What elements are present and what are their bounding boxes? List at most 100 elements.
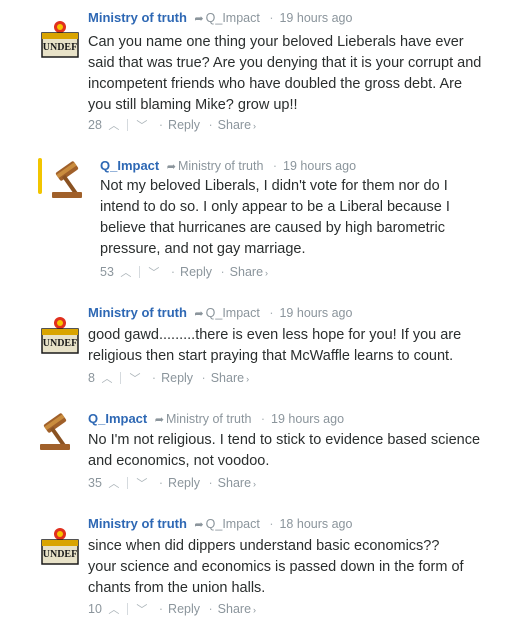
- downvote-icon[interactable]: ﹀: [136, 476, 147, 492]
- comment-line: chants from the union halls.: [88, 580, 266, 596]
- separator-dot: ·: [260, 412, 266, 426]
- comment-line: Can you name one thing your beloved Lieb…: [88, 34, 464, 50]
- timestamp[interactable]: 19 hours ago: [279, 306, 352, 320]
- reply-arrow-icon: ➦: [194, 308, 204, 320]
- separator-dot: ·: [158, 118, 164, 132]
- reply-button[interactable]: Reply: [168, 476, 200, 490]
- share-button[interactable]: Share: [218, 476, 251, 490]
- comment-line: your science and economics is passed dow…: [88, 559, 464, 575]
- comment-line: since when did dippers understand basic …: [88, 538, 440, 554]
- reply-arrow-icon: ➦: [194, 13, 204, 25]
- separator-dot: ·: [269, 517, 274, 531]
- downvote-icon[interactable]: ﹀: [129, 371, 140, 387]
- upvote-icon[interactable]: ︿: [101, 371, 112, 387]
- author-name[interactable]: Q_Impact: [100, 158, 159, 173]
- separator-dot: ·: [272, 159, 278, 173]
- avatar-logo-text: UNDEF: [43, 338, 77, 349]
- separator-dot: ·: [208, 602, 213, 616]
- timestamp[interactable]: 18 hours ago: [279, 517, 352, 531]
- timestamp[interactable]: 19 hours ago: [279, 11, 352, 25]
- reply-button[interactable]: Reply: [161, 371, 193, 385]
- reply-to-user[interactable]: Q_Impact: [206, 306, 260, 320]
- downvote-icon[interactable]: ﹀: [148, 265, 159, 281]
- share-button[interactable]: Share: [211, 371, 244, 385]
- comment-line: believe that hurricanes are caused by hi…: [100, 220, 445, 236]
- comment-footer: 8 ︿ ﹀ · Reply · Share ›: [88, 370, 249, 387]
- separator-dot: ·: [170, 265, 176, 279]
- reply-arrow-icon: ➦: [166, 161, 176, 173]
- author-name[interactable]: Ministry of truth: [88, 10, 187, 25]
- comment-line: good gawd.........there is even less hop…: [88, 327, 462, 343]
- comment-line: intend to do so. I only appear to be a L…: [100, 199, 450, 215]
- timestamp[interactable]: 19 hours ago: [271, 412, 344, 426]
- chevron-right-icon: ›: [246, 374, 250, 384]
- share-button[interactable]: Share: [218, 602, 251, 616]
- share-button[interactable]: Share: [218, 118, 251, 132]
- chevron-right-icon: ›: [265, 268, 269, 278]
- downvote-icon[interactable]: ﹀: [136, 602, 147, 618]
- upvote-count: 10: [88, 602, 102, 616]
- downvote-icon[interactable]: ﹀: [136, 118, 147, 134]
- reply-button[interactable]: Reply: [168, 602, 200, 616]
- reply-button[interactable]: Reply: [180, 265, 212, 279]
- avatar-ministry-of-truth[interactable]: UNDEF: [40, 20, 80, 60]
- avatar-ministry-of-truth[interactable]: UNDEF: [40, 527, 80, 567]
- comment-footer: 10 ︿ ﹀ · Reply · Share ›: [88, 601, 256, 618]
- author-name[interactable]: Ministry of truth: [88, 305, 187, 320]
- separator-dot: ·: [151, 371, 157, 385]
- comment-line: you still blaming Mike? grow up!!: [88, 97, 298, 113]
- reply-to-user[interactable]: Q_Impact: [206, 517, 260, 531]
- separator-dot: ·: [220, 265, 225, 279]
- vote-divider: [139, 266, 141, 278]
- reply-to-user[interactable]: Ministry of truth: [166, 412, 251, 426]
- author-name[interactable]: Ministry of truth: [88, 516, 187, 531]
- avatar-logo-text: UNDEF: [43, 42, 77, 53]
- separator-dot: ·: [201, 371, 206, 385]
- comment-footer: 35 ︿ ﹀ · Reply · Share ›: [88, 475, 256, 492]
- separator-dot: ·: [208, 118, 213, 132]
- upvote-icon[interactable]: ︿: [108, 602, 119, 618]
- reply-to-user[interactable]: Ministry of truth: [178, 159, 263, 173]
- comment-line: said that was true? Are you denying that…: [88, 55, 482, 71]
- share-button[interactable]: Share: [230, 265, 263, 279]
- upvote-icon[interactable]: ︿: [108, 118, 119, 134]
- reply-to-user[interactable]: Q_Impact: [206, 11, 260, 25]
- comment-body: No I'm not religious. I tend to stick to…: [88, 430, 480, 472]
- upvote-icon[interactable]: ︿: [108, 476, 119, 492]
- comment-line: incompetent friends who have doubled the…: [88, 76, 463, 92]
- comment-line: religious then start praying that McWaff…: [88, 348, 454, 364]
- reply-button[interactable]: Reply: [168, 118, 200, 132]
- comment-header: Ministry of truth ➦ Q_Impact · 19 hours ag…: [88, 305, 352, 322]
- separator-dot: ·: [208, 476, 213, 490]
- upvote-count: 53: [100, 265, 114, 279]
- chevron-right-icon: ›: [253, 605, 257, 615]
- separator-dot: ·: [158, 476, 164, 490]
- vote-divider: [127, 603, 129, 615]
- reply-arrow-icon: ➦: [154, 414, 164, 426]
- avatar-q-impact[interactable]: [50, 160, 90, 200]
- vote-divider: [120, 372, 122, 384]
- comment-header: Ministry of truth ➦ Q_Impact · 18 hours ag…: [88, 516, 352, 533]
- comment-footer: 53 ︿ ﹀ · Reply · Share ›: [100, 264, 268, 281]
- comment-body: good gawd.........there is even less hop…: [88, 325, 461, 367]
- timestamp[interactable]: 19 hours ago: [283, 159, 356, 173]
- upvote-icon[interactable]: ︿: [120, 265, 131, 281]
- separator-dot: ·: [269, 306, 274, 320]
- avatar-logo-text: UNDEF: [43, 549, 77, 560]
- avatar-ministry-of-truth[interactable]: UNDEF: [40, 316, 80, 356]
- author-name[interactable]: Q_Impact: [88, 411, 147, 426]
- avatar-q-impact[interactable]: [38, 412, 78, 452]
- vote-divider: [127, 119, 129, 131]
- chevron-right-icon: ›: [253, 479, 257, 489]
- upvote-count: 35: [88, 476, 102, 490]
- comment-header: Ministry of truth ➦ Q_Impact · 19 hours ag…: [88, 10, 352, 27]
- comment-line: pressure, and not gay marriage.: [100, 241, 306, 257]
- reply-arrow-icon: ➦: [194, 519, 204, 531]
- upvote-count: 28: [88, 118, 102, 132]
- comment-header: Q_Impact ➦ Ministry of truth · 19 hours ag…: [100, 158, 356, 175]
- upvote-count: 8: [88, 371, 95, 385]
- chevron-right-icon: ›: [253, 121, 257, 131]
- comment-footer: 28 ︿ ﹀ · Reply · Share ›: [88, 117, 256, 134]
- highlight-bar: [38, 158, 42, 194]
- comment-header: Q_Impact ➦ Ministry of truth · 19 hours ag…: [88, 411, 344, 428]
